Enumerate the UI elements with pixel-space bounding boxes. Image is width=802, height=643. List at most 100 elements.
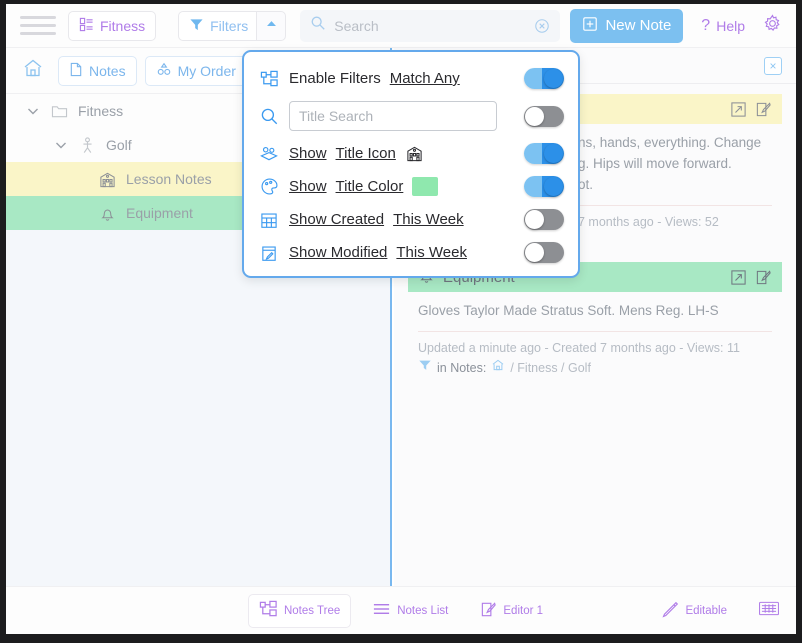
note-card-location-prefix: in Notes: — [437, 360, 487, 375]
filter-row-title-color: Show Title Color — [258, 170, 564, 203]
chevron-down-icon[interactable] — [48, 137, 74, 153]
palette-icon — [258, 177, 280, 196]
my-order-button[interactable]: My Order — [144, 55, 247, 86]
close-icon[interactable]: × — [764, 56, 782, 75]
edit-pencil-icon[interactable] — [755, 269, 772, 286]
filter-row-title-icon: Show Title Icon — [258, 137, 564, 170]
tree-row-label: Fitness — [78, 103, 124, 119]
filter-value-title-color[interactable]: Title Color — [336, 178, 404, 195]
pencil-icon — [662, 601, 679, 621]
question-mark-icon: ? — [701, 16, 711, 34]
keyboard-icon — [758, 600, 780, 622]
gear-icon — [763, 13, 782, 38]
filter-label-show[interactable]: Show — [289, 145, 327, 162]
editable-label: Editable — [685, 604, 727, 617]
filter-toggle-show-created[interactable] — [524, 209, 564, 230]
plus-square-icon — [582, 16, 598, 36]
help-button[interactable]: ? Help — [701, 17, 745, 35]
workspace-button[interactable]: Fitness — [68, 10, 157, 41]
notes-list-label: Notes List — [397, 604, 449, 617]
search-icon — [310, 15, 326, 36]
filter-value-title-icon[interactable]: Title Icon — [336, 145, 396, 162]
filter-toggle-enable-filters[interactable] — [524, 68, 564, 89]
edit-pencil-icon — [480, 601, 497, 621]
building-icon[interactable] — [405, 145, 424, 162]
document-icon — [69, 62, 83, 80]
filters-button[interactable]: Filters — [178, 10, 257, 41]
note-card-meta-line: 7 months ago - Views: 52 — [578, 215, 719, 229]
open-external-icon[interactable] — [730, 269, 747, 286]
editor-label: Editor 1 — [503, 604, 544, 617]
bell-icon — [94, 205, 120, 222]
filters-button-group: Filters — [178, 10, 287, 41]
filter-toggle-show-modified[interactable] — [524, 242, 564, 263]
note-card-location-path: / Fitness / Golf — [510, 360, 591, 375]
tree-row-label: Lesson Notes — [126, 171, 212, 187]
home-button[interactable] — [16, 54, 50, 87]
filter-label: Enable Filters — [289, 70, 381, 87]
keyboard-button[interactable] — [758, 600, 780, 622]
grid-layout-icon — [79, 17, 94, 35]
chevron-up-icon — [265, 17, 278, 35]
filter-value-modified-range[interactable]: This Week — [396, 244, 467, 261]
filter-toggle-title-color[interactable] — [524, 176, 564, 197]
funnel-icon — [418, 358, 432, 378]
palette-stack-icon — [258, 145, 280, 163]
clear-circle-icon[interactable] — [534, 18, 550, 34]
filter-row-enable-filters: Enable Filters Match Any — [258, 62, 564, 95]
calendar-edit-icon — [258, 244, 280, 262]
filter-toggle-title-icon[interactable] — [524, 143, 564, 164]
note-card[interactable]: Equipment Gloves Taylor Made Stratus Sof… — [408, 262, 782, 378]
notes-list-button[interactable]: Notes List — [361, 594, 459, 628]
notes-tree-label: Notes Tree — [283, 604, 341, 617]
filters-popup: Enable Filters Match Any Title Search Sh… — [242, 50, 580, 278]
filter-value-match-any[interactable]: Match Any — [390, 70, 460, 87]
my-order-label: My Order — [177, 62, 236, 79]
list-lines-icon — [372, 601, 391, 620]
filters-caret-button[interactable] — [256, 10, 287, 41]
new-note-label: New Note — [605, 17, 672, 34]
notes-button[interactable]: Notes — [58, 55, 137, 86]
bottom-status-bar: Notes Tree Notes List Editor 1 Editable — [6, 586, 796, 634]
search-input[interactable] — [334, 17, 527, 34]
note-card-body: Gloves Taylor Made Stratus Soft. Mens Re… — [418, 303, 719, 318]
notes-tree-button[interactable]: Notes Tree — [247, 593, 352, 628]
funnel-icon — [189, 17, 204, 35]
note-card-meta-line: Updated a minute ago - Created 7 months … — [418, 341, 740, 355]
workspace-label: Fitness — [100, 17, 146, 34]
new-note-button[interactable]: New Note — [570, 8, 684, 43]
chevron-down-icon[interactable] — [20, 103, 46, 119]
open-external-icon[interactable] — [730, 101, 747, 118]
filter-row-title-search — [258, 95, 564, 137]
tree-row-label: Equipment — [126, 205, 193, 221]
home-icon[interactable] — [491, 358, 505, 378]
filters-label: Filters — [210, 17, 249, 34]
bottom-bar-right-group: Editable — [651, 594, 780, 628]
note-card-location: in Notes: / Fitness / Golf — [418, 358, 772, 378]
top-toolbar: Fitness Filters Search New Note ? Help — [6, 4, 796, 48]
filter-value-created-range[interactable]: This Week — [393, 211, 464, 228]
search-box[interactable] — [300, 9, 561, 42]
editor-button[interactable]: Editor 1 — [469, 594, 554, 628]
editable-button[interactable]: Editable — [651, 594, 738, 628]
filter-toggle-title-search[interactable] — [524, 105, 564, 127]
hamburger-icon[interactable] — [20, 13, 56, 39]
edit-pencil-icon[interactable] — [755, 101, 772, 118]
filter-row-show-modified: Show Modified This Week — [258, 236, 564, 269]
building-icon — [94, 171, 120, 188]
tree-row-label: Golf — [106, 137, 132, 153]
folder-icon — [46, 104, 72, 119]
title-search-input[interactable] — [289, 101, 497, 131]
app-window: Fitness Filters Search New Note ? Help N… — [6, 4, 796, 634]
settings-button[interactable] — [763, 13, 782, 38]
title-color-swatch[interactable] — [412, 177, 439, 196]
sort-order-icon — [156, 62, 172, 80]
search-icon — [258, 107, 280, 126]
filter-label-show-created[interactable]: Show Created — [289, 211, 384, 228]
tree-structure-icon — [259, 600, 278, 621]
filter-label-show[interactable]: Show — [289, 178, 327, 195]
filter-label-show-modified[interactable]: Show Modified — [289, 244, 387, 261]
filter-row-show-created: Show Created This Week — [258, 203, 564, 236]
tree-structure-icon — [258, 70, 280, 88]
help-label: Help — [716, 17, 745, 34]
